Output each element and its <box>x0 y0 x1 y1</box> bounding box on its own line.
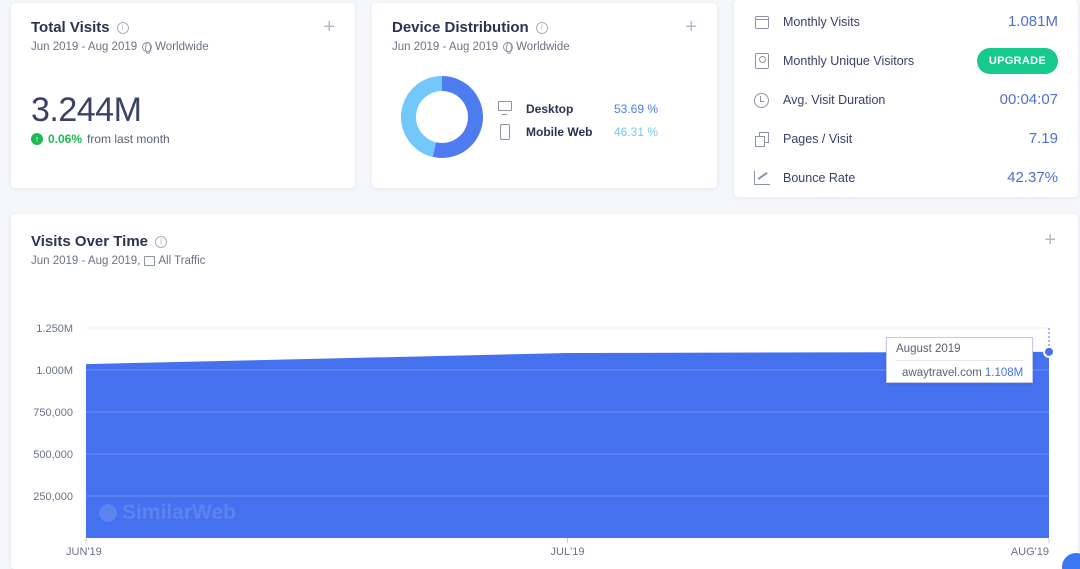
calendar-icon <box>754 14 770 30</box>
change-label: from last month <box>87 132 170 146</box>
metric-label: Bounce Rate <box>783 170 856 185</box>
traffic-icon <box>144 256 156 266</box>
y-tick-label: 1.250M <box>36 323 73 335</box>
similarweb-watermark: SimilarWeb <box>99 501 236 525</box>
traffic-label: All Traffic <box>158 255 206 267</box>
info-icon[interactable]: i <box>116 21 129 34</box>
device-donut-chart <box>401 76 483 158</box>
add-icon[interactable]: + <box>323 17 335 37</box>
upgrade-button[interactable]: UPGRADE <box>976 47 1058 74</box>
pages-icon <box>754 131 770 147</box>
tooltip-title: August 2019 <box>896 343 1023 361</box>
watermark-text: SimilarWeb <box>122 501 236 524</box>
tooltip-row: awaytravel.com 1.108M <box>896 367 1023 379</box>
total-visits-title: Total Visits <box>31 19 110 36</box>
date-range: Jun 2019 - Aug 2019 <box>392 41 499 53</box>
metric-label: Pages / Visit <box>783 131 853 146</box>
device-row-desktop: Desktop 53.69 % <box>498 97 658 120</box>
metric-row-visit-duration: Avg. Visit Duration 00:04:07 <box>754 80 1058 119</box>
date-range: Jun 2019 - Aug 2019, <box>31 255 141 267</box>
clock-icon <box>754 92 770 108</box>
change-row: ↑ 0.06% from last month <box>31 132 335 146</box>
y-tick-label: 250,000 <box>33 491 73 503</box>
x-tick-label: JUN'19 <box>66 546 102 558</box>
visits-over-time-subtitle: Jun 2019 - Aug 2019, All Traffic <box>31 255 1058 267</box>
device-distribution-subtitle: Jun 2019 - Aug 2019 Worldwide <box>392 41 697 54</box>
date-range: Jun 2019 - Aug 2019 <box>31 41 138 53</box>
metric-row-pages-visit: Pages / Visit 7.19 <box>754 119 1058 158</box>
data-point[interactable] <box>1043 345 1055 358</box>
device-share: 46.31 % <box>614 124 659 139</box>
y-tick-label: 500,000 <box>33 449 73 461</box>
chart-tooltip: August 2019 awaytravel.com 1.108M <box>886 337 1033 383</box>
metric-value: 42.37% <box>1007 169 1058 186</box>
device-name: Mobile Web <box>526 124 593 139</box>
info-icon[interactable]: i <box>155 235 168 248</box>
visits-over-time-title-row: Visits Over Time i <box>31 233 1058 250</box>
change-value: 0.06% <box>48 132 83 146</box>
device-distribution-title: Device Distribution <box>392 19 529 36</box>
metric-label: Monthly Visits <box>783 14 860 29</box>
bounce-icon <box>754 170 770 186</box>
total-visits-card: Total Visits i Jun 2019 - Aug 2019 World… <box>11 3 355 188</box>
region-label: Worldwide <box>516 41 570 53</box>
metric-row-monthly-visits: Monthly Visits 1.081M <box>754 2 1058 41</box>
globe-icon <box>142 42 153 54</box>
y-tick-label: 750,000 <box>33 407 73 419</box>
mobile-icon <box>498 123 512 140</box>
metric-label: Avg. Visit Duration <box>783 92 886 107</box>
region-label: Worldwide <box>155 41 209 53</box>
arrow-up-icon: ↑ <box>31 133 43 145</box>
total-visits-subtitle: Jun 2019 - Aug 2019 Worldwide <box>31 41 335 54</box>
add-icon[interactable]: + <box>685 17 697 37</box>
visits-over-time-card: 250,000 500,000 750,000 1.000M 1.250M JUN'19 J… <box>11 214 1080 569</box>
metric-value: 7.19 <box>1028 130 1058 147</box>
visits-over-time-title: Visits Over Time <box>31 233 149 250</box>
total-visits-title-row: Total Visits i <box>31 19 335 36</box>
total-visits-value: 3.244M <box>31 91 142 129</box>
similarweb-logo-icon <box>99 504 117 522</box>
tooltip-value: 1.108M <box>984 367 1024 379</box>
x-tick-label: AUG'19 <box>1011 546 1049 558</box>
x-tick-label: JUL'19 <box>551 546 585 558</box>
metric-value: 1.081M <box>1007 13 1058 30</box>
y-tick-label: 1.000M <box>36 365 73 377</box>
device-distribution-title-row: Device Distribution i <box>392 19 697 36</box>
device-list: Desktop 53.69 % Mobile Web 46.31 % <box>498 97 658 143</box>
metric-label: Monthly Unique Visitors <box>783 53 915 68</box>
engagement-metrics-card: Monthly Visits 1.081M Monthly Unique Vis… <box>734 0 1078 197</box>
desktop-icon <box>498 100 512 117</box>
tooltip-site: awaytravel.com <box>902 367 982 379</box>
globe-icon <box>503 42 514 54</box>
info-icon[interactable]: i <box>535 21 548 34</box>
add-icon[interactable]: + <box>1044 230 1056 250</box>
device-row-mobile: Mobile Web 46.31 % <box>498 120 658 143</box>
metric-row-unique-visitors: Monthly Unique Visitors UPGRADE <box>754 41 1058 80</box>
metric-row-bounce-rate: Bounce Rate 42.37% <box>754 158 1058 197</box>
device-distribution-card: Device Distribution i Jun 2019 - Aug 201… <box>372 3 717 188</box>
device-name: Desktop <box>526 101 574 116</box>
metric-value: 00:04:07 <box>999 91 1058 108</box>
user-card-icon <box>754 52 770 69</box>
device-share: 53.69 % <box>614 101 659 116</box>
